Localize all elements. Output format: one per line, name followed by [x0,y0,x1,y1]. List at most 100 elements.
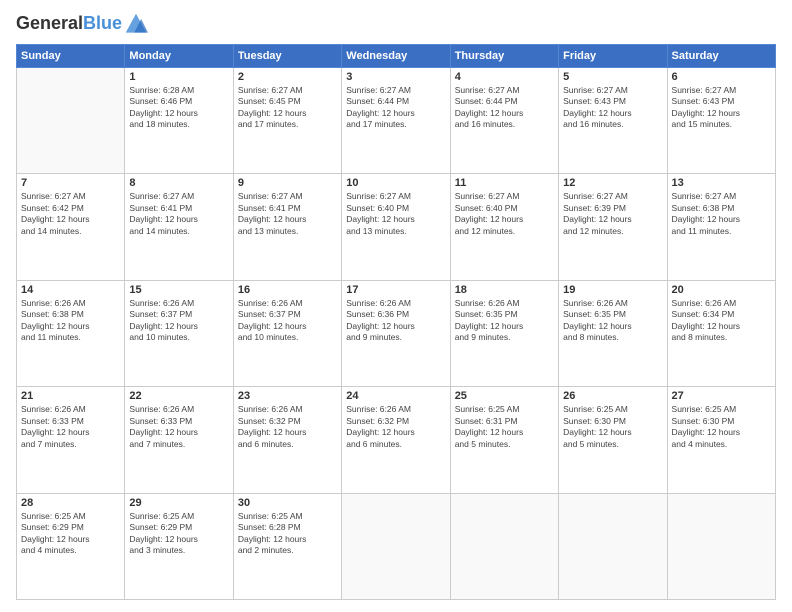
calendar-cell: 25Sunrise: 6:25 AM Sunset: 6:31 PM Dayli… [450,387,558,493]
day-detail: Sunrise: 6:25 AM Sunset: 6:30 PM Dayligh… [672,404,771,450]
calendar-header-row: SundayMondayTuesdayWednesdayThursdayFrid… [17,45,776,68]
calendar-cell: 21 Sunrise: 6:26 AM Sunset: 6:33 PM Dayli… [17,387,125,493]
calendar-cell: 9 Sunrise: 6:27 AM Sunset: 6:41 PM Daylig… [233,174,341,280]
day-detail: Sunrise: 6:25 AM Sunset: 6:29 PM Dayligh… [21,511,120,557]
day-number: 27 [672,390,771,402]
calendar-cell: 17Sunrise: 6:26 AM Sunset: 6:36 PM Dayli… [342,280,450,386]
calendar-cell: 12 Sunrise: 6:27 AM Sunset: 6:39 PM Dayli… [559,174,667,280]
day-detail: Sunrise: 6:25 AM Sunset: 6:29 PM Dayligh… [129,511,228,557]
calendar-cell: 29 Sunrise: 6:25 AM Sunset: 6:29 PM Dayli… [125,493,233,599]
calendar-cell: 11 Sunrise: 6:27 AM Sunset: 6:40 PM Dayli… [450,174,558,280]
day-detail: Sunrise: 6:26 AM Sunset: 6:37 PM Dayligh… [238,298,337,344]
calendar-cell [17,68,125,174]
day-number: 30 [238,497,337,509]
calendar-cell: 13Sunrise: 6:27 AM Sunset: 6:38 PM Dayli… [667,174,775,280]
day-number: 19 [563,284,662,296]
weekday-header-wednesday: Wednesday [342,45,450,68]
calendar-cell: 30 Sunrise: 6:25 AM Sunset: 6:28 PM Dayli… [233,493,341,599]
calendar-cell [342,493,450,599]
calendar-cell: 27 Sunrise: 6:25 AM Sunset: 6:30 PM Dayli… [667,387,775,493]
day-number: 10 [346,177,445,189]
day-number: 26 [563,390,662,402]
day-detail: Sunrise: 6:27 AM Sunset: 6:39 PM Dayligh… [563,191,662,237]
calendar-cell: 26 Sunrise: 6:25 AM Sunset: 6:30 PM Dayli… [559,387,667,493]
calendar-cell [450,493,558,599]
day-number: 22 [129,390,228,402]
calendar-cell: 10 Sunrise: 6:27 AM Sunset: 6:40 PM Dayli… [342,174,450,280]
weekday-header-friday: Friday [559,45,667,68]
calendar-row-4: 28 Sunrise: 6:25 AM Sunset: 6:29 PM Dayli… [17,493,776,599]
day-number: 29 [129,497,228,509]
calendar-cell: 8Sunrise: 6:27 AM Sunset: 6:41 PM Daylig… [125,174,233,280]
day-detail: Sunrise: 6:26 AM Sunset: 6:34 PM Dayligh… [672,298,771,344]
day-number: 17 [346,284,445,296]
calendar-row-2: 14Sunrise: 6:26 AM Sunset: 6:38 PM Dayli… [17,280,776,386]
weekday-header-tuesday: Tuesday [233,45,341,68]
day-detail: Sunrise: 6:26 AM Sunset: 6:35 PM Dayligh… [563,298,662,344]
day-detail: Sunrise: 6:27 AM Sunset: 6:40 PM Dayligh… [455,191,554,237]
day-number: 11 [455,177,554,189]
calendar-row-1: 7 Sunrise: 6:27 AM Sunset: 6:42 PM Daylig… [17,174,776,280]
day-detail: Sunrise: 6:26 AM Sunset: 6:35 PM Dayligh… [455,298,554,344]
day-number: 24 [346,390,445,402]
calendar-cell: 20Sunrise: 6:26 AM Sunset: 6:34 PM Dayli… [667,280,775,386]
calendar-cell: 24 Sunrise: 6:26 AM Sunset: 6:32 PM Dayli… [342,387,450,493]
calendar-cell: 18Sunrise: 6:26 AM Sunset: 6:35 PM Dayli… [450,280,558,386]
logo: GeneralBlue [16,12,148,36]
day-detail: Sunrise: 6:27 AM Sunset: 6:44 PM Dayligh… [455,85,554,131]
page: GeneralBlue SundayMondayTuesdayWednesday… [0,0,792,612]
day-detail: Sunrise: 6:27 AM Sunset: 6:42 PM Dayligh… [21,191,120,237]
day-detail: Sunrise: 6:26 AM Sunset: 6:33 PM Dayligh… [129,404,228,450]
day-detail: Sunrise: 6:27 AM Sunset: 6:45 PM Dayligh… [238,85,337,131]
calendar-cell: 4 Sunrise: 6:27 AM Sunset: 6:44 PM Daylig… [450,68,558,174]
calendar-cell: 2 Sunrise: 6:27 AM Sunset: 6:45 PM Daylig… [233,68,341,174]
day-detail: Sunrise: 6:26 AM Sunset: 6:33 PM Dayligh… [21,404,120,450]
header: GeneralBlue [16,12,776,36]
day-detail: Sunrise: 6:27 AM Sunset: 6:41 PM Dayligh… [238,191,337,237]
weekday-header-thursday: Thursday [450,45,558,68]
calendar-cell: 6Sunrise: 6:27 AM Sunset: 6:43 PM Daylig… [667,68,775,174]
calendar-cell: 15Sunrise: 6:26 AM Sunset: 6:37 PM Dayli… [125,280,233,386]
calendar-cell [559,493,667,599]
day-number: 9 [238,177,337,189]
day-number: 8 [129,177,228,189]
calendar-cell: 7 Sunrise: 6:27 AM Sunset: 6:42 PM Daylig… [17,174,125,280]
day-number: 21 [21,390,120,402]
calendar-cell: 16 Sunrise: 6:26 AM Sunset: 6:37 PM Dayli… [233,280,341,386]
weekday-header-sunday: Sunday [17,45,125,68]
day-detail: Sunrise: 6:25 AM Sunset: 6:31 PM Dayligh… [455,404,554,450]
calendar-cell: 5Sunrise: 6:27 AM Sunset: 6:43 PM Daylig… [559,68,667,174]
day-detail: Sunrise: 6:25 AM Sunset: 6:28 PM Dayligh… [238,511,337,557]
day-number: 23 [238,390,337,402]
calendar-cell: 14Sunrise: 6:26 AM Sunset: 6:38 PM Dayli… [17,280,125,386]
calendar-cell: 1 Sunrise: 6:28 AM Sunset: 6:46 PM Daylig… [125,68,233,174]
day-number: 7 [21,177,120,189]
day-number: 3 [346,71,445,83]
day-number: 1 [129,71,228,83]
calendar-cell: 19 Sunrise: 6:26 AM Sunset: 6:35 PM Dayli… [559,280,667,386]
day-number: 2 [238,71,337,83]
day-detail: Sunrise: 6:25 AM Sunset: 6:30 PM Dayligh… [563,404,662,450]
calendar-row-0: 1 Sunrise: 6:28 AM Sunset: 6:46 PM Daylig… [17,68,776,174]
day-number: 12 [563,177,662,189]
day-detail: Sunrise: 6:26 AM Sunset: 6:37 PM Dayligh… [129,298,228,344]
day-detail: Sunrise: 6:26 AM Sunset: 6:32 PM Dayligh… [346,404,445,450]
weekday-header-saturday: Saturday [667,45,775,68]
day-detail: Sunrise: 6:27 AM Sunset: 6:43 PM Dayligh… [672,85,771,131]
weekday-header-monday: Monday [125,45,233,68]
day-detail: Sunrise: 6:28 AM Sunset: 6:46 PM Dayligh… [129,85,228,131]
day-number: 28 [21,497,120,509]
calendar-cell [667,493,775,599]
day-number: 16 [238,284,337,296]
day-detail: Sunrise: 6:27 AM Sunset: 6:44 PM Dayligh… [346,85,445,131]
calendar-cell: 23 Sunrise: 6:26 AM Sunset: 6:32 PM Dayli… [233,387,341,493]
day-detail: Sunrise: 6:26 AM Sunset: 6:32 PM Dayligh… [238,404,337,450]
calendar-row-3: 21 Sunrise: 6:26 AM Sunset: 6:33 PM Dayli… [17,387,776,493]
day-detail: Sunrise: 6:27 AM Sunset: 6:40 PM Dayligh… [346,191,445,237]
day-detail: Sunrise: 6:26 AM Sunset: 6:38 PM Dayligh… [21,298,120,344]
day-detail: Sunrise: 6:27 AM Sunset: 6:43 PM Dayligh… [563,85,662,131]
calendar-cell: 22 Sunrise: 6:26 AM Sunset: 6:33 PM Dayli… [125,387,233,493]
day-detail: Sunrise: 6:27 AM Sunset: 6:38 PM Dayligh… [672,191,771,237]
logo-text: GeneralBlue [16,14,122,34]
day-number: 4 [455,71,554,83]
